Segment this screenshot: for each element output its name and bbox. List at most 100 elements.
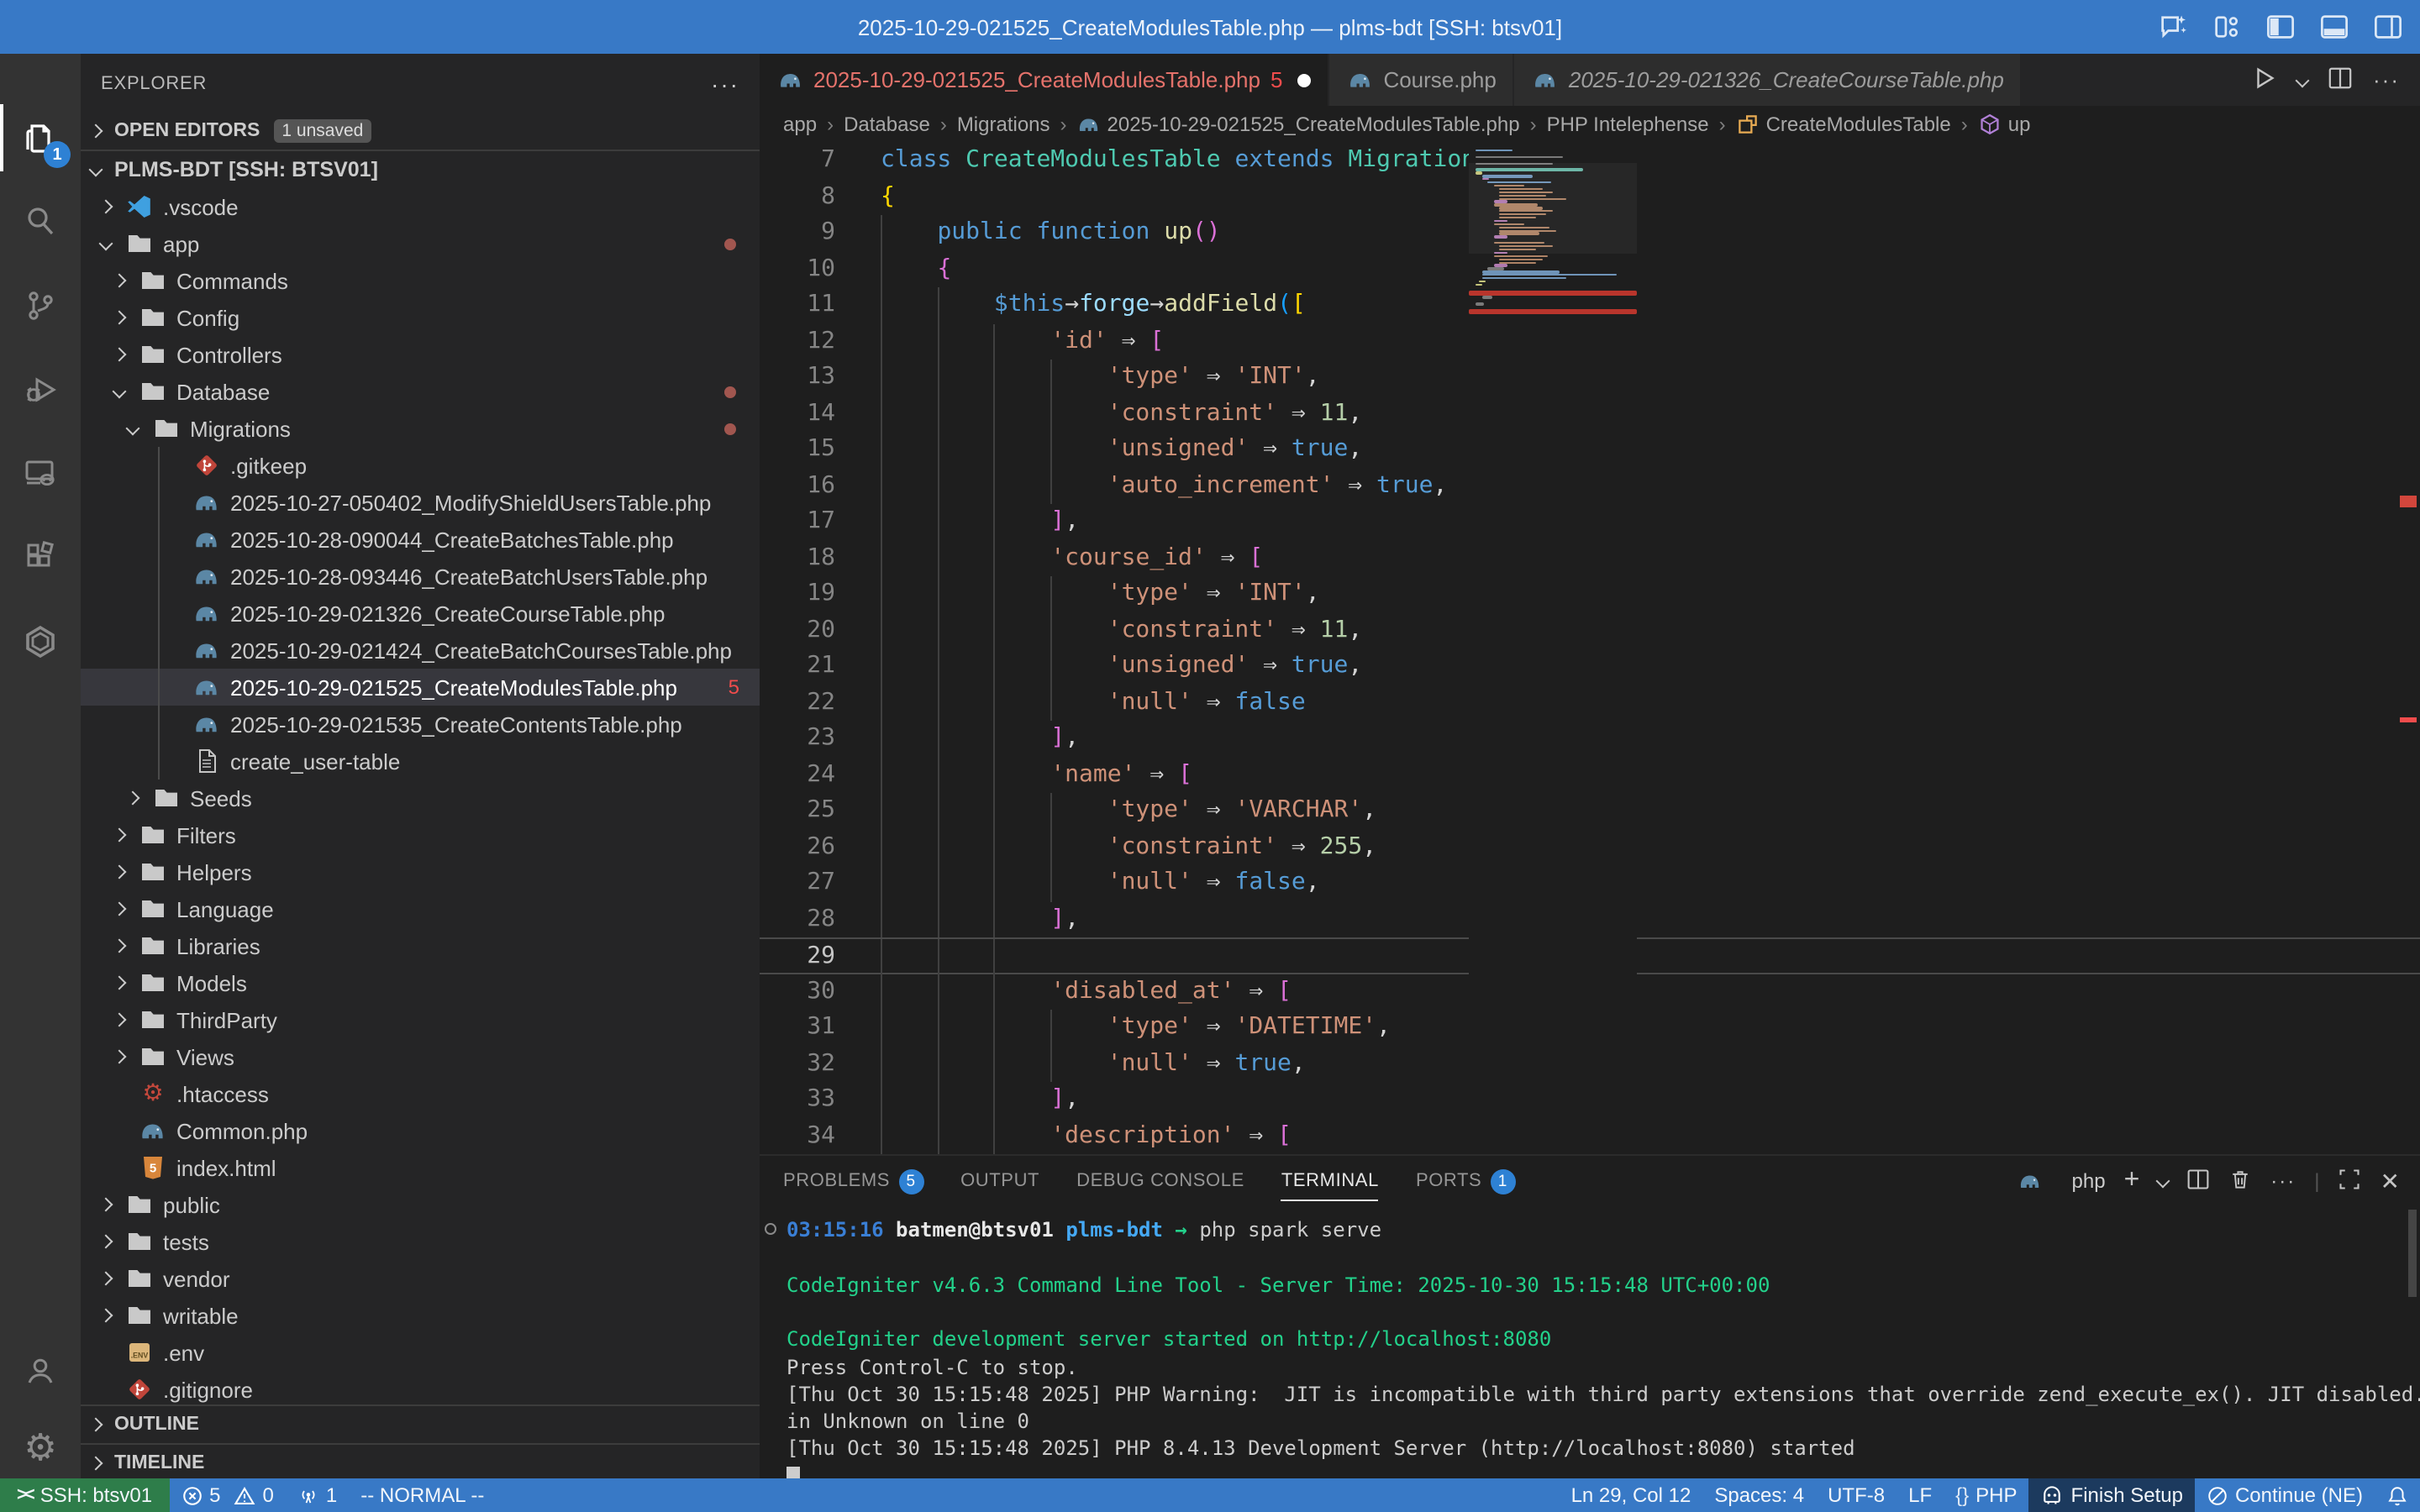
tree-item-public[interactable]: public (81, 1186, 760, 1223)
tree-item-create-user-table[interactable]: create_user-table (81, 743, 760, 780)
tree-item-2025-10-28-090044-createbatchestable-php[interactable]: 2025-10-28-090044_CreateBatchesTable.php (81, 521, 760, 558)
explorer-more-actions-icon[interactable]: ··· (711, 70, 739, 97)
editor-more-actions-icon[interactable]: ··· (2373, 67, 2400, 92)
tree-item-2025-10-27-050402-modifyshielduserstable-php[interactable]: 2025-10-27-050402_ModifyShieldUsersTable… (81, 484, 760, 521)
terminal-dropdown-icon[interactable] (2156, 1174, 2170, 1189)
problems-status[interactable]: 5 0 (169, 1478, 286, 1512)
cursor-position[interactable]: Ln 29, Col 12 (1560, 1478, 1703, 1512)
terminal-scrollbar[interactable] (2408, 1210, 2417, 1297)
remote-explorer-icon[interactable] (0, 433, 81, 514)
minimap[interactable] (1469, 143, 1637, 1154)
language-mode[interactable]: {} PHP (1944, 1478, 2028, 1512)
breadcrumb-item[interactable]: app (783, 113, 817, 136)
tree-item-database[interactable]: Database (81, 373, 760, 410)
workspace-root[interactable]: PLMS-BDT [SSH: BTSV01] (81, 151, 760, 188)
brackets-icon: {} (1955, 1483, 1969, 1507)
overview-ruler[interactable] (2396, 143, 2420, 1154)
hexagon-extension-icon[interactable] (0, 601, 81, 682)
tree-item-config[interactable]: Config (81, 299, 760, 336)
tree-item-2025-10-29-021525-createmodulestable-php[interactable]: 2025-10-29-021525_CreateModulesTable.php… (81, 669, 760, 706)
tree-item-app[interactable]: app (81, 225, 760, 262)
tree-item-2025-10-29-021326-createcoursetable-php[interactable]: 2025-10-29-021326_CreateCourseTable.php (81, 595, 760, 632)
close-panel-icon[interactable]: ✕ (2381, 1167, 2400, 1195)
run-code-icon[interactable] (2252, 65, 2277, 95)
accounts-icon[interactable] (0, 1331, 81, 1411)
notifications-bell-icon[interactable] (2375, 1478, 2420, 1512)
split-editor-icon[interactable] (2328, 65, 2353, 95)
tree-item-libraries[interactable]: Libraries (81, 927, 760, 964)
tree-item-common-php[interactable]: Common.php (81, 1112, 760, 1149)
tree-item-2025-10-29-021535-createcontentstable-php[interactable]: 2025-10-29-021535_CreateContentsTable.ph… (81, 706, 760, 743)
ports-status[interactable]: 1 (286, 1478, 349, 1512)
timeline-header[interactable]: TIMELINE (81, 1445, 760, 1478)
panel-tab-debug-console[interactable]: DEBUG CONSOLE (1076, 1156, 1244, 1206)
toggle-panel-icon[interactable] (2319, 12, 2349, 42)
breadcrumb-item[interactable]: PHP Intelephense (1547, 113, 1709, 136)
tree-item-migrations[interactable]: Migrations (81, 410, 760, 447)
vim-mode[interactable]: -- NORMAL -- (349, 1478, 496, 1512)
settings-gear-icon[interactable]: ⚙ (0, 1408, 81, 1488)
finish-setup-button[interactable]: Finish Setup (2029, 1478, 2195, 1512)
breadcrumb-item[interactable]: 2025-10-29-021525_CreateModulesTable.php (1077, 113, 1520, 136)
extensions-icon[interactable] (0, 517, 81, 598)
kill-terminal-icon[interactable] (2228, 1167, 2252, 1195)
breadcrumb-item[interactable]: Database (844, 113, 930, 136)
command-decoration-icon[interactable] (765, 1223, 776, 1235)
outline-header[interactable]: OUTLINE (81, 1406, 760, 1443)
tree-item-seeds[interactable]: Seeds (81, 780, 760, 816)
source-control-icon[interactable] (0, 265, 81, 346)
new-terminal-icon[interactable]: + (2124, 1166, 2140, 1196)
tree-item-thirdparty[interactable]: ThirdParty (81, 1001, 760, 1038)
tree-item-commands[interactable]: Commands (81, 262, 760, 299)
toggle-primary-sidebar-icon[interactable] (2265, 12, 2296, 42)
tree-item-controllers[interactable]: Controllers (81, 336, 760, 373)
panel-more-actions-icon[interactable]: ··· (2270, 1169, 2296, 1193)
run-debug-icon[interactable] (0, 349, 81, 430)
breadcrumb-item[interactable]: up (1978, 113, 2031, 136)
editor-tab[interactable]: 2025-10-29-021525_CreateModulesTable.php… (760, 54, 1328, 106)
tree-item-tests[interactable]: tests (81, 1223, 760, 1260)
terminal[interactable]: 03:15:16 batmen@btsv01 plms-bdt → php sp… (760, 1206, 2420, 1480)
indentation[interactable]: Spaces: 4 (1702, 1478, 1816, 1512)
tree-item-2025-10-29-021424-createbatchcoursestable-php[interactable]: 2025-10-29-021424_CreateBatchCoursesTabl… (81, 632, 760, 669)
panel-tab-ports[interactable]: PORTS1 (1416, 1156, 1515, 1206)
panel-tab-output[interactable]: OUTPUT (960, 1156, 1039, 1206)
tree-item--htaccess[interactable]: ⚙.htaccess (81, 1075, 760, 1112)
tree-item-vendor[interactable]: vendor (81, 1260, 760, 1297)
panel-tab-terminal[interactable]: TERMINAL (1281, 1156, 1379, 1206)
tree-item--env[interactable]: .ENV.env (81, 1334, 760, 1371)
code-editor[interactable]: 7class CreateModulesTable extends Migrat… (760, 143, 2420, 1154)
panel-tab-problems[interactable]: PROBLEMS5 (783, 1156, 923, 1206)
tree-item-2025-10-28-093446-createbatchuserstable-php[interactable]: 2025-10-28-093446_CreateBatchUsersTable.… (81, 558, 760, 595)
continue-extension-button[interactable]: Continue (NE) (2195, 1478, 2375, 1512)
maximize-panel-icon[interactable] (2338, 1167, 2362, 1195)
tree-item--gitignore[interactable]: .gitignore (81, 1371, 760, 1408)
breadcrumb-item[interactable]: CreateModulesTable (1736, 113, 1951, 136)
tree-item-views[interactable]: Views (81, 1038, 760, 1075)
modified-dot-icon[interactable] (1297, 73, 1311, 87)
tree-item-filters[interactable]: Filters (81, 816, 760, 853)
toggle-secondary-sidebar-icon[interactable] (2373, 12, 2403, 42)
tree-item-models[interactable]: Models (81, 964, 760, 1001)
encoding[interactable]: UTF-8 (1816, 1478, 1897, 1512)
remote-indicator[interactable]: >< SSH: btsv01 (0, 1478, 169, 1512)
tree-item-language[interactable]: Language (81, 890, 760, 927)
search-icon[interactable] (0, 181, 81, 262)
split-terminal-icon[interactable] (2186, 1167, 2210, 1195)
tree-item-writable[interactable]: writable (81, 1297, 760, 1334)
copilot-chat-icon[interactable] (2158, 12, 2188, 42)
editor-tab[interactable]: Course.php (1329, 54, 1512, 106)
eol-sequence[interactable]: LF (1897, 1478, 1944, 1512)
breadcrumb-item[interactable]: Migrations (957, 113, 1050, 136)
tree-item-helpers[interactable]: Helpers (81, 853, 760, 890)
tree-item--vscode[interactable]: .vscode (81, 188, 760, 225)
explorer-title: EXPLORER (101, 73, 207, 93)
editor-tab[interactable]: 2025-10-29-021326_CreateCourseTable.php (1515, 54, 2021, 106)
open-editors-header[interactable]: OPEN EDITORS 1 unsaved (81, 113, 760, 150)
customize-layout-icon[interactable] (2212, 12, 2242, 42)
explorer-icon[interactable]: 1 (0, 97, 81, 178)
tree-item-index-html[interactable]: 5index.html (81, 1149, 760, 1186)
tree-item--gitkeep[interactable]: .gitkeep (81, 447, 760, 484)
run-dropdown-icon[interactable] (2296, 73, 2310, 87)
git-icon (193, 452, 220, 479)
